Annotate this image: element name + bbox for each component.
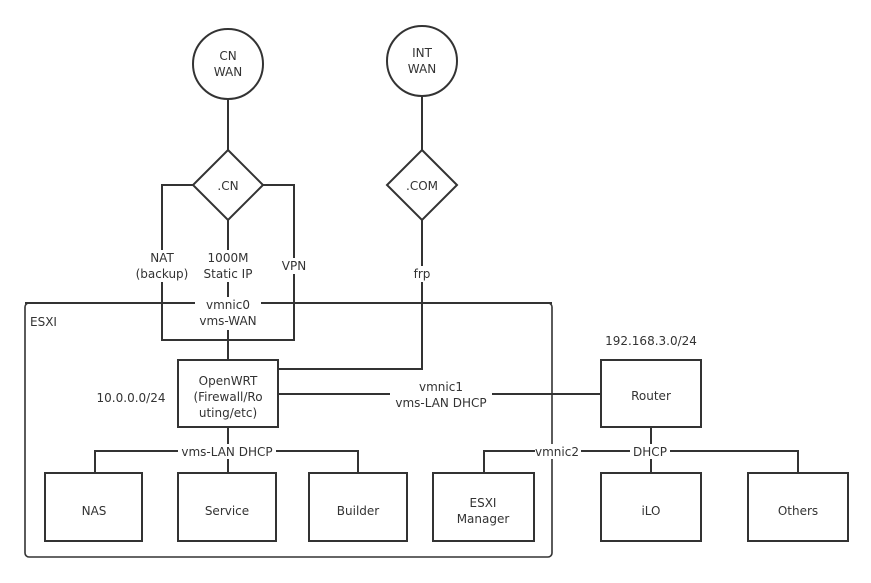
node-nas[interactable]: NAS bbox=[44, 472, 143, 542]
label-dhcp: DHCP bbox=[633, 445, 667, 459]
node-com-gateway-label: .COM bbox=[406, 179, 438, 193]
node-ilo[interactable]: iLO bbox=[600, 472, 702, 542]
node-cn-gateway[interactable]: .CN bbox=[191, 148, 265, 222]
label-bandwidth: 1000M bbox=[208, 251, 249, 265]
node-int-wan-line2: WAN bbox=[408, 62, 436, 76]
node-int-wan-line1: INT bbox=[412, 46, 433, 60]
label-vmnic0: vmnic0 bbox=[206, 298, 250, 312]
label-vms-lan-dhcp-uplink: vms-LAN DHCP bbox=[395, 396, 486, 410]
label-nat: NAT bbox=[150, 251, 174, 265]
node-openwrt-line2: (Firewall/Ro bbox=[193, 390, 262, 404]
node-openwrt[interactable]: OpenWRT (Firewall/Ro uting/etc) bbox=[177, 359, 279, 428]
esxi-container-label: ESXI bbox=[30, 315, 57, 329]
node-others[interactable]: Others bbox=[747, 472, 849, 542]
node-nas-label: NAS bbox=[82, 504, 107, 518]
node-builder[interactable]: Builder bbox=[308, 472, 408, 542]
node-router[interactable]: Router bbox=[600, 359, 702, 428]
label-subnet-internal: 10.0.0.0/24 bbox=[97, 391, 166, 405]
network-diagram: ESXI CN WAN INT WAN .CN .COM OpenWRT (Fi… bbox=[24, 25, 849, 558]
node-service-label: Service bbox=[205, 504, 249, 518]
label-vmnic1: vmnic1 bbox=[419, 380, 463, 394]
node-cn-gateway-label: .CN bbox=[217, 179, 238, 193]
node-service[interactable]: Service bbox=[177, 472, 277, 542]
label-vms-lan-dhcp: vms-LAN DHCP bbox=[181, 445, 272, 459]
label-nat-backup: (backup) bbox=[136, 267, 189, 281]
node-openwrt-line3: uting/etc) bbox=[199, 406, 257, 420]
node-esxi-manager-line1: ESXI bbox=[470, 496, 497, 510]
label-vpn: VPN bbox=[282, 259, 306, 273]
node-openwrt-line1: OpenWRT bbox=[199, 374, 258, 388]
label-frp: frp bbox=[414, 267, 431, 281]
label-subnet-external: 192.168.3.0/24 bbox=[605, 334, 697, 348]
node-cn-wan[interactable]: CN WAN bbox=[192, 28, 264, 100]
node-router-label: Router bbox=[631, 389, 671, 403]
node-ilo-label: iLO bbox=[641, 504, 660, 518]
label-vms-wan: vms-WAN bbox=[199, 314, 256, 328]
node-cn-wan-line2: WAN bbox=[214, 65, 242, 79]
label-static-ip: Static IP bbox=[204, 267, 253, 281]
node-cn-wan-line1: CN bbox=[219, 49, 236, 63]
node-esxi-manager-line2: Manager bbox=[457, 512, 510, 526]
node-esxi-manager[interactable]: ESXI Manager bbox=[432, 472, 535, 542]
label-vmnic2: vmnic2 bbox=[535, 445, 579, 459]
node-int-wan[interactable]: INT WAN bbox=[386, 25, 458, 97]
node-builder-label: Builder bbox=[337, 504, 380, 518]
node-others-label: Others bbox=[778, 504, 818, 518]
edge-com-frp bbox=[277, 220, 423, 370]
node-com-gateway[interactable]: .COM bbox=[385, 148, 459, 222]
